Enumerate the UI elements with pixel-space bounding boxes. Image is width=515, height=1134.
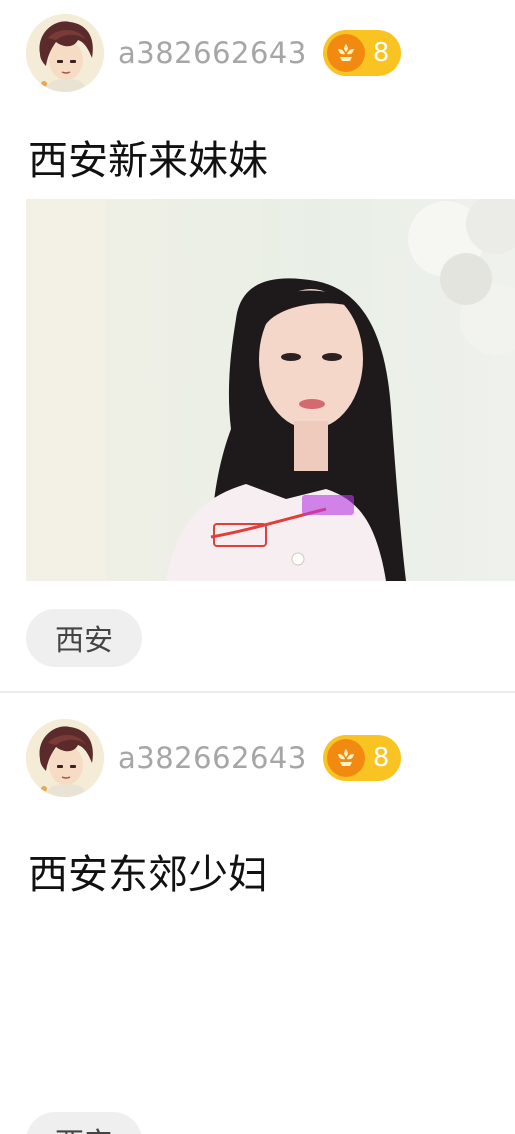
post-title[interactable]: 西安东郊少妇 xyxy=(28,842,268,900)
post-card[interactable]: a382662643 8 西安新来妹妹 西安 xyxy=(0,0,515,693)
location-tag[interactable]: 西安 xyxy=(26,1112,142,1134)
author-row[interactable]: a382662643 8 xyxy=(26,14,402,92)
level-badge: 8 xyxy=(322,30,402,76)
location-tag[interactable]: 西安 xyxy=(26,609,142,667)
avatar[interactable] xyxy=(26,14,104,92)
post-feed: a382662643 8 西安新来妹妹 西安 a382662643 8 西安东郊… xyxy=(0,0,515,1134)
level-number: 8 xyxy=(372,38,390,68)
flower-icon xyxy=(326,739,365,777)
post-image[interactable] xyxy=(26,199,515,581)
post-card[interactable]: a382662643 8 xyxy=(0,693,515,1134)
username[interactable]: a382662643 xyxy=(118,741,307,775)
username[interactable]: a382662643 xyxy=(118,36,307,70)
flower-icon xyxy=(326,34,365,72)
level-number: 8 xyxy=(372,743,390,773)
author-row[interactable]: a382662643 8 xyxy=(26,719,402,797)
level-badge: 8 xyxy=(322,735,402,781)
avatar[interactable] xyxy=(26,719,104,797)
post-title[interactable]: 西安新来妹妹 xyxy=(28,128,268,186)
